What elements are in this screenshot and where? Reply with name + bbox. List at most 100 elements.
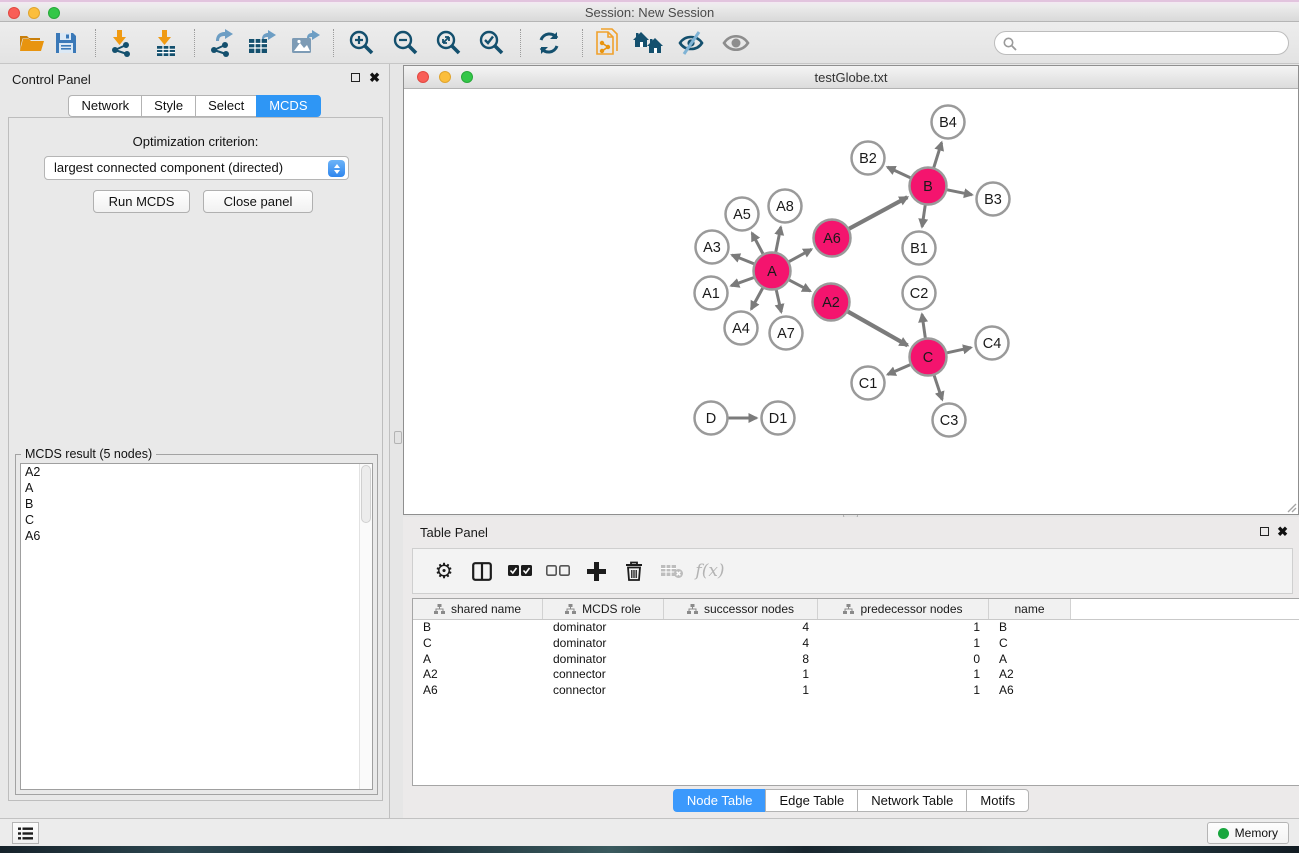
close-panel-icon[interactable]: ✖ bbox=[369, 72, 380, 83]
edge-A-A1[interactable] bbox=[731, 278, 753, 286]
home-icon[interactable] bbox=[632, 27, 664, 59]
column-header-successor-nodes[interactable]: successor nodes bbox=[664, 599, 818, 619]
graph-node-C2[interactable]: C2 bbox=[903, 277, 936, 310]
function-builder-icon[interactable]: f(x) bbox=[691, 561, 729, 581]
table-cell[interactable]: 1 bbox=[818, 683, 989, 699]
graph-node-A[interactable]: A bbox=[754, 253, 791, 290]
table-cell[interactable]: B bbox=[989, 620, 1071, 636]
run-mcds-button[interactable]: Run MCDS bbox=[93, 190, 190, 213]
table-cell[interactable]: 1 bbox=[818, 667, 989, 683]
mcds-result-item[interactable]: B bbox=[21, 496, 372, 512]
table-row[interactable]: Adominator80A bbox=[413, 652, 1299, 668]
delete-table-icon[interactable] bbox=[653, 563, 691, 579]
add-column-icon[interactable] bbox=[577, 562, 615, 581]
table-settings-icon[interactable]: ⚙ bbox=[425, 559, 463, 583]
graph-node-A3[interactable]: A3 bbox=[696, 231, 729, 264]
graph-node-C4[interactable]: C4 bbox=[976, 327, 1009, 360]
table-row[interactable]: Cdominator41C bbox=[413, 636, 1299, 652]
node-table[interactable]: shared nameMCDS rolesuccessor nodesprede… bbox=[412, 598, 1299, 786]
search-input[interactable] bbox=[994, 31, 1289, 55]
table-cell[interactable]: dominator bbox=[543, 636, 664, 652]
edge-B-B3[interactable] bbox=[947, 190, 972, 195]
table-cell[interactable]: 4 bbox=[664, 636, 818, 652]
graph-node-A5[interactable]: A5 bbox=[726, 198, 759, 231]
close-panel-button[interactable]: Close panel bbox=[203, 190, 313, 213]
graph-node-B2[interactable]: B2 bbox=[852, 142, 885, 175]
edge-A-A5[interactable] bbox=[752, 233, 763, 254]
open-session-icon[interactable] bbox=[16, 27, 48, 59]
graph-node-B1[interactable]: B1 bbox=[903, 232, 936, 265]
save-session-icon[interactable] bbox=[50, 27, 82, 59]
edge-A-A3[interactable] bbox=[732, 255, 754, 264]
table-cell[interactable]: C bbox=[413, 636, 543, 652]
graph-node-C[interactable]: C bbox=[910, 339, 947, 376]
edge-B-B4[interactable] bbox=[934, 143, 942, 168]
export-image-icon[interactable] bbox=[289, 27, 321, 59]
tab-node-table[interactable]: Node Table bbox=[673, 789, 766, 812]
tab-motifs[interactable]: Motifs bbox=[966, 789, 1029, 812]
table-row[interactable]: A6connector11A6 bbox=[413, 683, 1299, 699]
import-table-icon[interactable] bbox=[150, 27, 182, 59]
edge-A2-C[interactable] bbox=[848, 312, 908, 346]
mcds-result-item[interactable]: C bbox=[21, 512, 372, 528]
table-cell[interactable]: 4 bbox=[664, 620, 818, 636]
mcds-result-list[interactable]: A2ABCA6 bbox=[20, 463, 373, 790]
vertical-splitter-handle[interactable] bbox=[394, 431, 402, 444]
graph-node-D[interactable]: D bbox=[695, 402, 728, 435]
edge-B-B1[interactable] bbox=[922, 205, 925, 226]
edge-A-A7[interactable] bbox=[776, 290, 781, 312]
show-hide-graphics-icon[interactable] bbox=[720, 27, 752, 59]
table-cell[interactable]: 1 bbox=[818, 620, 989, 636]
edge-C-C1[interactable] bbox=[888, 365, 910, 375]
table-cell[interactable]: C bbox=[989, 636, 1071, 652]
zoom-fit-icon[interactable] bbox=[433, 27, 465, 59]
graph-node-B[interactable]: B bbox=[910, 168, 947, 205]
export-table-icon[interactable] bbox=[246, 27, 278, 59]
graph-node-D1[interactable]: D1 bbox=[762, 402, 795, 435]
table-cell[interactable]: 8 bbox=[664, 652, 818, 668]
tab-network-table[interactable]: Network Table bbox=[857, 789, 966, 812]
tab-style[interactable]: Style bbox=[141, 95, 195, 117]
table-row[interactable]: Bdominator41B bbox=[413, 620, 1299, 636]
network-window-titlebar[interactable]: testGlobe.txt bbox=[404, 66, 1298, 89]
table-cell[interactable]: A bbox=[989, 652, 1071, 668]
unselect-all-checkbox-icon[interactable] bbox=[539, 565, 577, 577]
table-cell[interactable]: A bbox=[413, 652, 543, 668]
column-header-MCDS-role[interactable]: MCDS role bbox=[543, 599, 664, 619]
zoom-out-icon[interactable] bbox=[390, 27, 422, 59]
resize-grip-icon[interactable] bbox=[1285, 501, 1297, 513]
mcds-result-item[interactable]: A2 bbox=[21, 464, 372, 480]
delete-column-icon[interactable] bbox=[615, 561, 653, 581]
scrollbar-thumb[interactable] bbox=[361, 465, 371, 523]
graph-node-A2[interactable]: A2 bbox=[813, 284, 850, 321]
edge-A-A8[interactable] bbox=[776, 227, 781, 252]
edge-A-A6[interactable] bbox=[789, 249, 811, 261]
edge-C-C2[interactable] bbox=[922, 314, 925, 337]
edge-A6-B[interactable] bbox=[849, 197, 907, 229]
table-cell[interactable]: A2 bbox=[989, 667, 1071, 683]
clone-network-icon[interactable] bbox=[592, 27, 624, 59]
style-visibility-icon[interactable] bbox=[675, 27, 707, 59]
graph-node-B3[interactable]: B3 bbox=[977, 183, 1010, 216]
export-network-icon[interactable] bbox=[204, 27, 236, 59]
table-cell[interactable]: 0 bbox=[818, 652, 989, 668]
select-all-checkbox-icon[interactable] bbox=[501, 565, 539, 577]
criterion-select[interactable]: largest connected component (directed) bbox=[44, 156, 349, 180]
table-cell[interactable]: 1 bbox=[664, 683, 818, 699]
table-cell[interactable]: dominator bbox=[543, 652, 664, 668]
column-header-name[interactable]: name bbox=[989, 599, 1071, 619]
graph-node-B4[interactable]: B4 bbox=[932, 106, 965, 139]
graph-node-A4[interactable]: A4 bbox=[725, 312, 758, 345]
table-cell[interactable]: connector bbox=[543, 667, 664, 683]
close-panel-icon[interactable]: ✖ bbox=[1277, 526, 1288, 537]
scrollbar[interactable] bbox=[359, 464, 372, 789]
float-panel-icon[interactable] bbox=[1260, 527, 1269, 536]
tab-edge-table[interactable]: Edge Table bbox=[765, 789, 857, 812]
table-cell[interactable]: dominator bbox=[543, 620, 664, 636]
network-graph[interactable]: B4B2BB3A8A5A6A3B1AA1C2A2A4A7C4CC1C3DD1 bbox=[404, 89, 1298, 514]
zoom-in-icon[interactable] bbox=[346, 27, 378, 59]
table-cell[interactable]: B bbox=[413, 620, 543, 636]
mcds-result-item[interactable]: A6 bbox=[21, 528, 372, 544]
column-visibility-icon[interactable] bbox=[463, 562, 501, 581]
table-cell[interactable]: A2 bbox=[413, 667, 543, 683]
